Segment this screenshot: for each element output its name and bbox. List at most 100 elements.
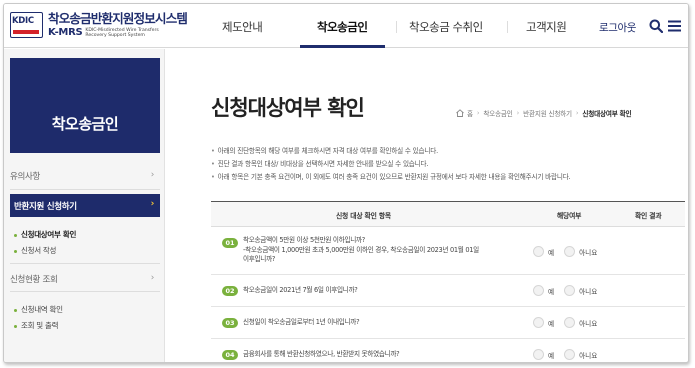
question-line: 착오송금액이 5만원 이상 5천만원 이하입니까? xyxy=(243,236,365,244)
logout-link[interactable]: 로그아웃 xyxy=(599,20,636,35)
radio-no-label[interactable]: 아니요 xyxy=(579,318,597,328)
column-header-applicable: 해당여부 xyxy=(557,212,582,220)
radio-yes-label[interactable]: 예 xyxy=(548,318,554,328)
radio-yes-label[interactable]: 예 xyxy=(548,286,554,296)
question-line: 착오송금일이 2021년 7월 6일 이후입니까? xyxy=(243,286,358,294)
radio-yes[interactable] xyxy=(533,285,544,296)
radio-yes-label[interactable]: 예 xyxy=(548,350,554,360)
home-icon[interactable] xyxy=(456,109,464,117)
yes-no-radio-group: 예 아니요 xyxy=(533,246,607,257)
sidebar-item-apply[interactable]: 반환지원 신청하기 › xyxy=(10,194,160,217)
logo-text: 착오송금반환지원정보시스템 K-MRS KDIC-Misdirected Wir… xyxy=(48,11,188,39)
bullet-icon xyxy=(14,233,17,237)
logo-title: 착오송금반환지원정보시스템 xyxy=(48,11,188,26)
sidebar-subitem-label: 신청내역 확인 xyxy=(21,305,63,314)
question-line: 신청일이 착오송금일로부터 1년 이내입니까? xyxy=(243,318,360,326)
search-icon[interactable] xyxy=(649,19,663,33)
table-row: 04 금융회사를 통해 반환신청하였으나, 반환받지 못하였습니까? 예 아니요 xyxy=(211,339,685,362)
yes-no-radio-group: 예 아니요 xyxy=(533,285,607,296)
table-row: 02 착오송금일이 2021년 7월 6일 이후입니까? 예 아니요 xyxy=(211,275,685,307)
chevron-right-icon: › xyxy=(150,273,155,283)
item-number-badge: 01 xyxy=(222,238,238,248)
sidebar-divider xyxy=(10,189,160,190)
sidebar-subitem-application-form[interactable]: 신청서 작성 xyxy=(14,245,56,256)
question-line: 금융회사를 통해 반환신청하였으나, 반환받지 못하였습니까? xyxy=(243,350,400,358)
sidebar: 착오송금인 유의사항 › 반환지원 신청하기 › 신청대상여부 확인 신청서 작… xyxy=(4,49,165,362)
table-row: 03 신청일이 착오송금일로부터 1년 이내입니까? 예 아니요 xyxy=(211,307,685,339)
breadcrumb-home[interactable]: 홈 xyxy=(467,108,473,118)
page-title: 신청대상여부 확인 xyxy=(211,96,365,120)
radio-no-label[interactable]: 아니요 xyxy=(579,286,597,296)
sidebar-item-precautions[interactable]: 유의사항 › xyxy=(10,170,160,182)
sidebar-subitem-view-print[interactable]: 조회 및 출력 xyxy=(14,320,58,331)
question-text: 착오송금액이 5만원 이상 5천만원 이하입니까? -착오송금액이 1,000만… xyxy=(243,236,479,265)
gnb-item-system-guide[interactable]: 제도안내 xyxy=(222,19,263,35)
sidebar-subitem-application-history[interactable]: 신청내역 확인 xyxy=(14,304,63,315)
chevron-right-icon: › xyxy=(150,199,155,209)
notice-item: 진단 결과 항목인 대상/ 비대상을 선택하시면 자세한 안내를 받으실 수 있… xyxy=(211,158,681,171)
radio-yes-label[interactable]: 예 xyxy=(548,247,554,257)
logo-kmrs: K-MRS xyxy=(48,27,83,38)
sidebar-item-label: 신청현황 조회 xyxy=(10,275,58,285)
question-text: 착오송금일이 2021년 7월 6일 이후입니까? xyxy=(243,286,358,296)
breadcrumb-separator: › xyxy=(575,109,579,117)
gnb-active-underline xyxy=(300,45,385,48)
browser-frame: KDIC 착오송금반환지원정보시스템 K-MRS KDIC-Misdirecte… xyxy=(3,3,689,363)
radio-no[interactable] xyxy=(564,246,576,257)
breadcrumb-separator: › xyxy=(516,109,520,117)
item-number-badge: 04 xyxy=(222,350,238,360)
radio-no[interactable] xyxy=(564,349,576,360)
sidebar-subitem-label: 조회 및 출력 xyxy=(21,321,59,330)
site-logo[interactable]: KDIC 착오송금반환지원정보시스템 K-MRS KDIC-Misdirecte… xyxy=(10,11,188,39)
sidebar-item-label: 반환지원 신청하기 xyxy=(14,202,77,212)
gnb-item-support[interactable]: 고객지원 xyxy=(526,19,567,35)
radio-yes[interactable] xyxy=(533,317,544,328)
item-number-badge: 03 xyxy=(222,318,238,328)
bullet-icon xyxy=(14,308,17,312)
gnb-separator xyxy=(507,21,508,33)
gnb-separator xyxy=(396,21,397,33)
logo-mark-text: KDIC xyxy=(12,16,34,26)
breadcrumb-sender[interactable]: 착오송금인 xyxy=(483,108,513,118)
radio-no-label[interactable]: 아니요 xyxy=(579,350,597,360)
radio-no[interactable] xyxy=(564,317,576,328)
breadcrumb-current: 신청대상여부 확인 xyxy=(582,110,632,118)
table-row: 01 착오송금액이 5만원 이상 5천만원 이하입니까? -착오송금액이 1,0… xyxy=(211,227,685,275)
chevron-right-icon: › xyxy=(150,170,155,180)
notice-item: 아래의 진단항목의 해당 여부를 체크하시면 자격 대상 여부를 확인하실 수 … xyxy=(211,145,681,158)
sidebar-title: 착오송금인 xyxy=(51,115,119,133)
item-number-badge: 02 xyxy=(222,286,238,296)
sidebar-subitem-eligibility-check[interactable]: 신청대상여부 확인 xyxy=(14,229,76,240)
gnb-item-sender[interactable]: 착오송금인 xyxy=(317,19,368,35)
breadcrumb-separator: › xyxy=(476,109,480,117)
notice-item: 아래 항목은 기본 충족 요건이며, 이 외에도 여러 충족 요건이 있으므로 … xyxy=(211,171,681,184)
bullet-icon xyxy=(14,324,17,328)
radio-yes[interactable] xyxy=(533,349,544,360)
logo-english-name: KDIC-Misdirected Wire Transfers Recovery… xyxy=(85,27,159,38)
question-text: 금융회사를 통해 반환신청하였으나, 반환받지 못하였습니까? xyxy=(243,350,400,360)
sidebar-title-box: 착오송금인 xyxy=(10,58,160,153)
radio-no-label[interactable]: 아니요 xyxy=(579,247,597,257)
radio-no[interactable] xyxy=(564,285,576,296)
eligibility-table: 신청 대상 확인 항목 해당여부 확인 결과 01 착오송금액이 5만원 이상 … xyxy=(211,201,685,362)
kdic-logo-mark: KDIC xyxy=(10,12,43,38)
breadcrumb-apply[interactable]: 반환지원 신청하기 xyxy=(523,108,572,118)
sidebar-item-status[interactable]: 신청현황 조회 › xyxy=(10,273,160,285)
bullet-icon xyxy=(14,249,17,253)
radio-yes[interactable] xyxy=(533,246,544,257)
sidebar-subitem-label: 신청서 작성 xyxy=(21,246,57,255)
column-header-item: 신청 대상 확인 항목 xyxy=(336,212,391,220)
logo-sub: K-MRS KDIC-Misdirected Wire Transfers Re… xyxy=(48,27,187,38)
question-text: 신청일이 착오송금일로부터 1년 이내입니까? xyxy=(243,318,360,328)
question-line: -착오송금액이 1,000만원 초과 5,000만원 이하인 경우, 착오송금일… xyxy=(243,245,479,254)
sidebar-subitem-label: 신청대상여부 확인 xyxy=(21,230,77,239)
table-header: 신청 대상 확인 항목 해당여부 확인 결과 xyxy=(211,201,685,227)
menu-icon[interactable] xyxy=(668,20,681,32)
gnb-item-recipient[interactable]: 착오송금 수취인 xyxy=(409,19,483,35)
yes-no-radio-group: 예 아니요 xyxy=(533,349,607,360)
logo-mark-bar xyxy=(13,30,39,34)
question-line: 이후입니까? xyxy=(243,255,276,263)
sidebar-item-label: 유의사항 xyxy=(10,172,41,182)
column-header-result: 확인 결과 xyxy=(635,212,662,220)
sidebar-divider xyxy=(10,263,160,264)
